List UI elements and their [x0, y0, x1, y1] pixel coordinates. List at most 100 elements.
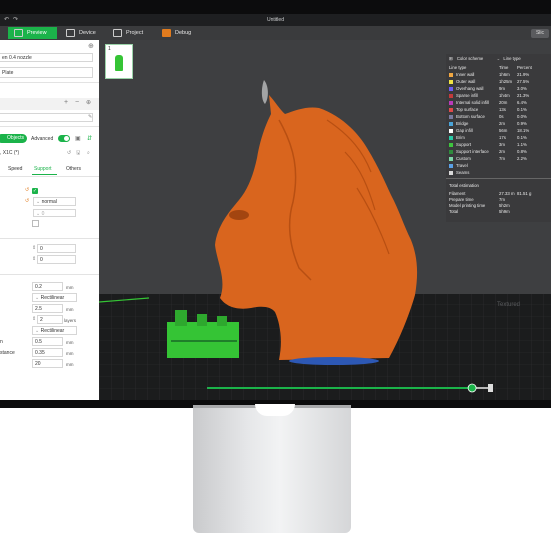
stepper-icon[interactable]: ⇕	[32, 256, 36, 262]
settings-panel: ⊕ en 0.4 nozzle Plate + − ⊕ ✎ Objects Ad…	[0, 40, 99, 400]
filament-header: + − ⊕	[0, 98, 99, 110]
stepper-icon[interactable]: ⇕	[32, 245, 36, 251]
legend-row-name: Top surface	[456, 107, 479, 112]
layer-slider-end-handle[interactable]	[488, 384, 493, 392]
filament-weight: 81.51 g	[517, 191, 532, 196]
tab-project[interactable]: Project	[107, 27, 149, 39]
legend-row[interactable]: Inner wall 1h6m 21.9%	[449, 72, 529, 78]
tab-preview[interactable]: Preview	[8, 27, 57, 39]
legend-header: ⊞ Color scheme ⌄ Line type	[449, 56, 521, 62]
support-style-select[interactable]: ⌄ 0	[33, 209, 76, 217]
stepper-icon[interactable]: ⇕	[32, 316, 36, 322]
slice-button[interactable]: Slic	[531, 29, 549, 38]
legend-row[interactable]: Top surface 13s 0.1%	[449, 107, 527, 113]
legend-row[interactable]: Overhang wall 9m 3.0%	[449, 86, 527, 92]
legend-row-time: 9m	[499, 86, 505, 91]
printer-preset-select[interactable]: en 0.4 nozzle	[0, 53, 93, 62]
max-branch-distance-input[interactable]: 20	[32, 359, 63, 368]
reset-icon[interactable]: ↺	[25, 198, 29, 204]
legend-row-time: 56m	[499, 128, 508, 133]
tab-speed[interactable]: Speed	[8, 166, 22, 172]
window-titlebar: ↶ ↷ Untitled	[0, 14, 551, 26]
legend-row[interactable]: Custom 7m 2.2%	[449, 156, 527, 162]
objects-toggle-label: Objects	[7, 135, 24, 141]
tab-device-label: Device	[79, 30, 96, 36]
support-pillar	[217, 316, 227, 326]
interface-pattern-select[interactable]: ⌄ Rectilinear	[32, 326, 77, 335]
add-icon[interactable]: +	[64, 99, 68, 106]
threshold-overlap-value: 0	[40, 257, 43, 263]
total-value: 5h9m	[499, 209, 510, 214]
threshold-angle-input[interactable]: 0	[37, 244, 76, 253]
legend-row[interactable]: Support interface 2m 0.8%	[449, 149, 527, 155]
object-xy-distance-input[interactable]: 0.35	[32, 348, 63, 357]
settings-gear-icon[interactable]: ⊕	[88, 42, 94, 50]
tab-device[interactable]: Device	[60, 27, 102, 39]
legend-row[interactable]: Brim 17s 0.1%	[449, 135, 527, 141]
reset-icon[interactable]: ↺	[25, 187, 29, 193]
legend-swatch	[449, 114, 453, 119]
interface-layers-input[interactable]: 2	[37, 315, 63, 324]
legend-row[interactable]: Travel	[449, 163, 468, 169]
legend-row[interactable]: Outer wall 1h25m 27.5%	[449, 79, 529, 85]
search-icon[interactable]: ⌕	[87, 150, 90, 156]
legend-row[interactable]: Bridge 2m 0.9%	[449, 121, 527, 127]
legend-row[interactable]: Support 3m 1.1%	[449, 142, 527, 148]
legend-row[interactable]: Gap infill 56m 18.1%	[449, 128, 529, 134]
threshold-overlap-input[interactable]: 0	[37, 255, 76, 264]
collapse-icon[interactable]: ⊞	[449, 56, 453, 61]
legend-row[interactable]: Seams	[449, 170, 469, 176]
compare-icon[interactable]: ▣	[75, 135, 81, 142]
on-build-plate-checkbox[interactable]	[32, 220, 39, 227]
tab-support[interactable]: Support	[34, 166, 52, 172]
remove-icon[interactable]: −	[75, 99, 79, 106]
layer-slider-handle[interactable]	[467, 383, 477, 393]
legend-row-name: Bottom surface	[456, 114, 485, 119]
legend-row-name: Support interface	[456, 149, 489, 154]
filter-icon[interactable]: ⇵	[87, 135, 92, 142]
save-icon[interactable]: 🖫	[76, 150, 80, 158]
plate-preview-icon	[115, 55, 123, 71]
support-type-select[interactable]: ⌄ normal	[33, 197, 76, 206]
debug-icon	[162, 28, 171, 37]
3d-viewport[interactable]: Textured 1 ⊞ Color scheme ⌄ Line type Li…	[99, 40, 551, 400]
legend-row-name: Gap infill	[456, 128, 473, 133]
window-title: Untitled	[267, 17, 284, 23]
tab-project-label: Project	[126, 30, 144, 36]
tab-debug[interactable]: Debug	[156, 27, 197, 39]
advanced-switch[interactable]	[58, 135, 70, 142]
base-pattern-select[interactable]: ⌄ Rectilinear	[32, 293, 77, 302]
plate-type-select[interactable]: Plate	[0, 67, 93, 78]
legend-row[interactable]: Internal solid infill 20m 6.4%	[449, 100, 527, 106]
column-header: Line type	[449, 65, 467, 70]
legend-row-name: Internal solid infill	[456, 100, 489, 105]
legend-row-percent: 3.0%	[517, 86, 527, 91]
legend-row-time: 2m	[499, 121, 505, 126]
legend-row[interactable]: Bottom surface 0s 0.0%	[449, 114, 527, 120]
objects-toggle[interactable]: Objects	[0, 134, 27, 143]
interface-spacing-input[interactable]: 0.5	[32, 337, 63, 346]
legend-row-time: 1h4m	[499, 93, 510, 98]
unit-label: layers	[64, 318, 77, 323]
legend-row[interactable]: Sparse infill 1h4m 21.3%	[449, 93, 529, 99]
edit-icon[interactable]: ✎	[88, 114, 92, 120]
reset-icon[interactable]: ↺	[67, 150, 71, 156]
legend-swatch	[449, 135, 453, 140]
plate-thumbnail[interactable]: 1	[105, 44, 133, 79]
monitor-stand	[193, 408, 351, 533]
legend-row-percent: 0.0%	[517, 114, 527, 119]
plate-index: 1	[108, 46, 111, 52]
legend-swatch	[449, 86, 453, 91]
legend-row-name: Custom	[456, 156, 471, 161]
legend-swatch	[449, 170, 453, 175]
enable-support-checkbox[interactable]: ✓	[32, 188, 38, 194]
stand-cutout	[255, 404, 295, 416]
top-z-distance-input[interactable]: 0.2	[32, 282, 63, 291]
filament-slot[interactable]	[0, 113, 93, 122]
tab-others[interactable]: Others	[66, 166, 81, 172]
threshold-angle-value: 0	[40, 246, 43, 252]
base-spacing-input[interactable]: 2.5	[32, 304, 63, 313]
options-icon[interactable]: ⊕	[86, 99, 91, 106]
legend-row-percent: 0.8%	[517, 149, 527, 154]
line-type-select[interactable]: Line type	[503, 56, 520, 61]
